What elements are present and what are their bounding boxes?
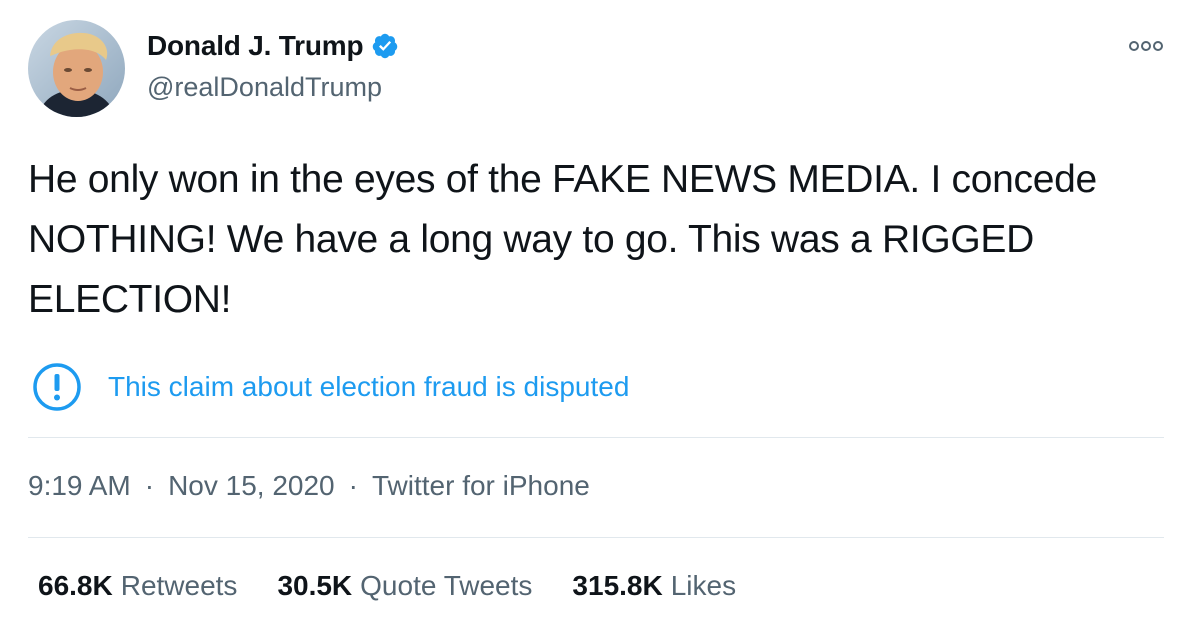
exclamation-circle-icon <box>32 362 82 412</box>
retweets-stat[interactable]: 66.8K Retweets <box>38 570 237 602</box>
profile-photo-icon <box>28 20 125 117</box>
divider <box>28 537 1164 538</box>
quote-tweets-label: Quote Tweets <box>360 570 533 601</box>
tweet-text: He only won in the eyes of the FAKE NEWS… <box>28 158 1097 321</box>
author-handle[interactable]: @realDonaldTrump <box>147 72 382 103</box>
tweet-source[interactable]: Twitter for iPhone <box>372 470 590 502</box>
tweet-meta: 9:19 AM · Nov 15, 2020 · Twitter for iPh… <box>28 470 590 502</box>
retweets-count: 66.8K <box>38 570 113 601</box>
likes-stat[interactable]: 315.8K Likes <box>572 570 736 602</box>
quote-tweets-stat[interactable]: 30.5K Quote Tweets <box>277 570 532 602</box>
tweet-stats: 66.8K Retweets 30.5K Quote Tweets 315.8K Li… <box>38 570 776 602</box>
divider <box>28 437 1164 438</box>
likes-count: 315.8K <box>572 570 663 601</box>
quote-tweets-count: 30.5K <box>277 570 353 601</box>
disputed-claim-notice[interactable]: This claim about election fraud is dispu… <box>32 362 629 412</box>
retweets-label: Retweets <box>120 570 238 601</box>
verified-badge-icon <box>371 32 399 60</box>
tweet-card: Donald J. Trump @realDonaldTrump He only… <box>0 0 1196 634</box>
display-name[interactable]: Donald J. Trump <box>147 30 364 62</box>
tweet-date[interactable]: Nov 15, 2020 <box>168 470 335 502</box>
meta-separator: · <box>348 470 358 501</box>
more-options-icon[interactable] <box>1126 36 1166 56</box>
likes-label: Likes <box>670 570 737 601</box>
meta-separator: · <box>144 470 155 501</box>
avatar[interactable] <box>28 20 125 117</box>
author-name-row[interactable]: Donald J. Trump <box>147 30 399 62</box>
disputed-claim-link[interactable]: This claim about election fraud is dispu… <box>108 371 629 403</box>
tweet-time[interactable]: 9:19 AM <box>28 470 131 502</box>
